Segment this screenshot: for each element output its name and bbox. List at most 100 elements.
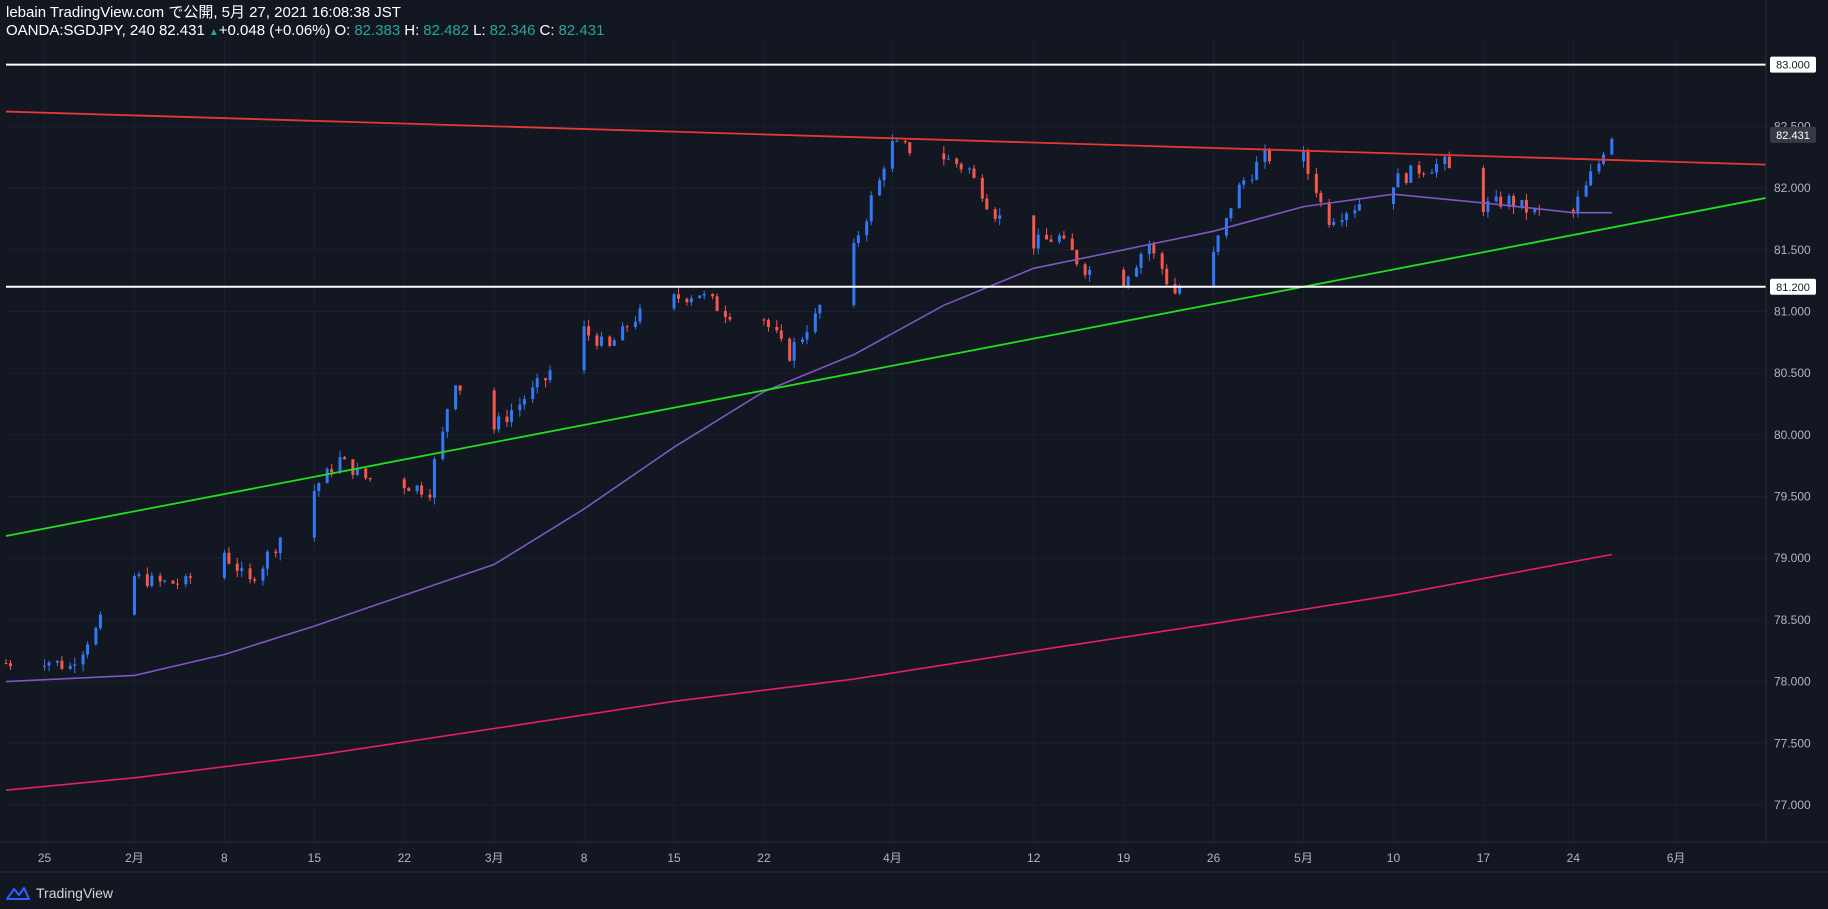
resistance-trendline bbox=[5, 110, 1767, 166]
candle-body bbox=[1165, 268, 1169, 285]
candle-body bbox=[1396, 173, 1400, 188]
x-tick-label: 5月 bbox=[1294, 851, 1313, 865]
candle-body bbox=[171, 580, 175, 584]
candle-body bbox=[1524, 199, 1528, 213]
candle-body bbox=[1212, 251, 1216, 287]
candle-body bbox=[364, 468, 368, 479]
candle-body bbox=[428, 494, 432, 498]
candle-body bbox=[60, 660, 64, 669]
candle-body bbox=[445, 409, 449, 432]
chart-axes: 83.00082.50082.00081.50081.00080.50080.0… bbox=[0, 0, 1828, 873]
candle-body bbox=[1057, 235, 1061, 242]
candle-body bbox=[47, 662, 51, 666]
candle-body bbox=[1036, 234, 1040, 249]
candle-body bbox=[248, 568, 252, 580]
candle-body bbox=[980, 177, 984, 199]
candle-body bbox=[1255, 161, 1259, 180]
y-tick-label: 77.000 bbox=[1774, 798, 1811, 812]
candle-body bbox=[98, 614, 102, 629]
candle-body bbox=[1242, 180, 1246, 185]
candle-body bbox=[81, 654, 85, 665]
candle-body bbox=[1250, 179, 1254, 181]
candle-body bbox=[1178, 286, 1182, 294]
candle-body bbox=[1263, 150, 1267, 162]
candle-body bbox=[351, 459, 355, 475]
candle-body bbox=[497, 416, 501, 430]
y-tick-label: 77.500 bbox=[1774, 736, 1811, 750]
candle-body bbox=[338, 457, 342, 473]
candle-body bbox=[544, 378, 548, 381]
x-tick-label: 10 bbox=[1387, 851, 1401, 865]
horizontal-levels bbox=[6, 63, 1766, 288]
candle-body bbox=[1353, 210, 1357, 214]
candle-body bbox=[240, 568, 244, 571]
high-label: H: bbox=[404, 22, 420, 39]
candle-body bbox=[312, 491, 316, 538]
candle-body bbox=[985, 198, 989, 210]
candle-body bbox=[402, 479, 406, 489]
candle-body bbox=[779, 330, 783, 339]
candle-body bbox=[158, 575, 162, 582]
candle-body bbox=[638, 308, 642, 322]
change-up-icon: ▲ bbox=[208, 27, 219, 38]
candle-body bbox=[955, 158, 959, 164]
candle-body bbox=[1160, 253, 1164, 269]
candle-body bbox=[1434, 163, 1438, 173]
candle-body bbox=[702, 293, 706, 296]
candle-body bbox=[1345, 213, 1349, 221]
ohlc-line: OANDA:SGDJPY, 240 82.431 ▲+0.048 (+0.06%) O… bbox=[6, 22, 608, 42]
candle-body bbox=[415, 485, 419, 492]
candle-body bbox=[1327, 202, 1331, 225]
candle-body bbox=[1417, 165, 1421, 174]
symbol-label[interactable]: OANDA:SGDJPY, 240 bbox=[6, 22, 155, 39]
candle-body bbox=[522, 399, 526, 405]
candle-body bbox=[766, 319, 770, 327]
close-label: C: bbox=[539, 22, 555, 39]
change-value: +0.048 (+0.06%) bbox=[218, 22, 331, 39]
candle-body bbox=[1571, 209, 1575, 212]
y-tick-label: 78.000 bbox=[1774, 675, 1811, 689]
candle-body bbox=[317, 483, 321, 492]
candle-body bbox=[176, 583, 180, 585]
candle-body bbox=[492, 390, 496, 430]
x-tick-label: 22 bbox=[757, 851, 771, 865]
candle-body bbox=[595, 335, 599, 346]
candle-body bbox=[1083, 264, 1087, 275]
candle-body bbox=[150, 575, 154, 587]
x-tick-label: 19 bbox=[1117, 851, 1131, 865]
open-label: O: bbox=[334, 22, 351, 39]
price-candles bbox=[4, 134, 1614, 674]
y-tick-label: 80.000 bbox=[1774, 428, 1811, 442]
candle-body bbox=[535, 378, 539, 388]
candle-body bbox=[1576, 196, 1580, 212]
candle-body bbox=[1302, 151, 1306, 162]
candle-body bbox=[86, 644, 90, 655]
footer-brand[interactable]: TradingView bbox=[6, 885, 113, 901]
candle-body bbox=[1306, 151, 1310, 174]
low-value: 82.346 bbox=[489, 22, 536, 39]
candle-body bbox=[677, 294, 681, 299]
candle-body bbox=[94, 628, 98, 645]
candle-body bbox=[458, 385, 462, 391]
candle-body bbox=[672, 294, 676, 309]
y-tick-label: 81.000 bbox=[1774, 304, 1811, 318]
y-tick-label: 79.000 bbox=[1774, 551, 1811, 565]
moving-averages bbox=[5, 193, 1612, 791]
candle-body bbox=[865, 221, 869, 236]
candle-body bbox=[420, 485, 424, 495]
candle-body bbox=[1147, 244, 1151, 255]
candle-body bbox=[715, 296, 719, 311]
price-chart[interactable]: 83.00082.50082.00081.50081.00080.50080.0… bbox=[0, 0, 1828, 909]
candle-body bbox=[330, 469, 334, 473]
candle-body bbox=[908, 142, 912, 154]
publisher-line: lebain TradingView.com で公開, 5月 27, 2021 … bbox=[6, 4, 401, 21]
candle-body bbox=[137, 574, 141, 577]
candle-body bbox=[278, 537, 282, 554]
candle-body bbox=[689, 298, 693, 303]
x-tick-label: 2月 bbox=[125, 851, 144, 865]
candle-body bbox=[274, 551, 278, 554]
candle-body bbox=[1139, 254, 1143, 268]
candle-body bbox=[946, 158, 950, 160]
candle-body bbox=[1088, 269, 1092, 275]
x-tick-label: 6月 bbox=[1667, 851, 1686, 865]
